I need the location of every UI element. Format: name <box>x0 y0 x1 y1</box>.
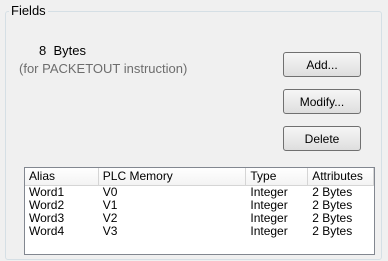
list-header: Alias PLC Memory Type Attributes <box>25 168 374 186</box>
cell-plc-memory: V1 <box>102 198 118 212</box>
modify-button[interactable]: Modify... <box>283 89 361 114</box>
column-header-alias[interactable]: Alias <box>25 168 99 185</box>
column-header-attributes[interactable]: Attributes <box>308 168 374 185</box>
cell-attributes: 2 Bytes <box>312 224 353 238</box>
cell-plc-memory: V3 <box>102 224 118 238</box>
fields-group-title: Fields <box>9 3 48 19</box>
bytes-size-label: 8 Bytes <box>39 43 86 58</box>
list-row[interactable]: Word4 V3 Integer 2 Bytes <box>25 225 374 238</box>
cell-plc-memory: V2 <box>102 211 118 225</box>
cell-alias: Word4 <box>29 224 65 238</box>
add-button[interactable]: Add... <box>283 52 361 77</box>
instruction-label: (for PACKETOUT instruction) <box>19 61 188 76</box>
column-header-type[interactable]: Type <box>246 168 309 185</box>
column-header-plc-memory[interactable]: PLC Memory <box>98 168 247 185</box>
cell-plc-memory: V0 <box>102 185 118 199</box>
fields-list[interactable]: Alias PLC Memory Type Attributes Word1 V… <box>24 167 375 255</box>
delete-button[interactable]: Delete <box>283 126 361 151</box>
cell-type: Integer <box>250 224 288 238</box>
